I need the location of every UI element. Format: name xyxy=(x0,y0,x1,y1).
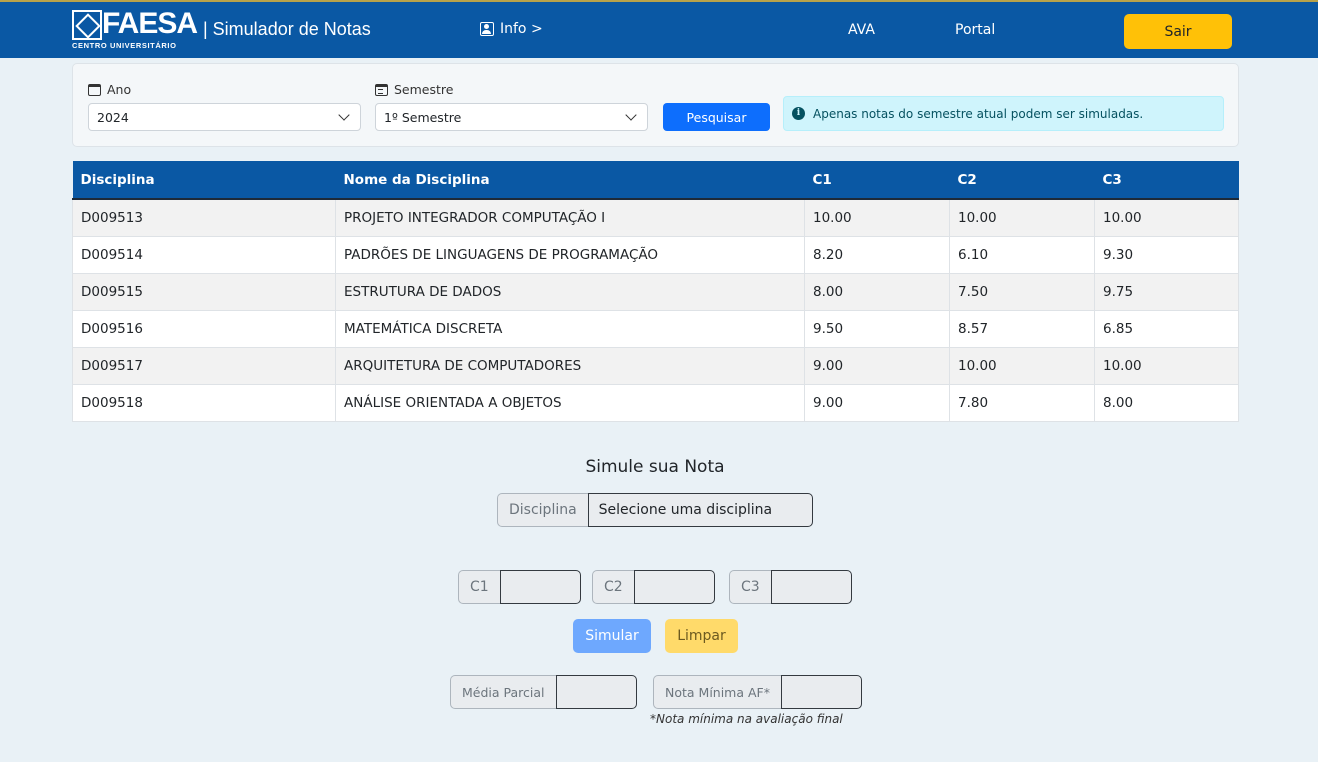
info-alert-text: Apenas notas do semestre atual podem ser… xyxy=(813,106,1144,121)
cell-name: PROJETO INTEGRADOR COMPUTAÇÃO I xyxy=(335,198,805,237)
table-row: D009518 ANÁLISE ORIENTADA A OBJETOS 9.00… xyxy=(72,383,1239,422)
calendar-icon xyxy=(88,83,101,96)
cell-c1: 8.20 xyxy=(804,235,950,274)
info-circle-icon: i xyxy=(792,107,805,120)
cell-c2: 10.00 xyxy=(949,346,1095,385)
nav-info-label: Info > xyxy=(500,21,543,37)
cell-c3: 6.85 xyxy=(1094,309,1239,348)
c3-input-group: C3 xyxy=(729,570,852,604)
cell-c3: 8.00 xyxy=(1094,383,1239,422)
user-profile-icon xyxy=(480,22,494,36)
table-header-row: Disciplina Nome da Disciplina C1 C2 C3 xyxy=(72,161,1239,200)
filter-panel: Ano 2024 Semestre 1º Semestre Pesquisar … xyxy=(72,63,1239,147)
faesa-logo[interactable]: FAESA CENTRO UNIVERSITÁRIO xyxy=(72,7,198,52)
semester-select-value: 1º Semestre xyxy=(384,110,462,125)
cell-name: ARQUITETURA DE COMPUTADORES xyxy=(335,346,805,385)
app-title: | Simulador de Notas xyxy=(203,19,371,39)
calendar-week-icon xyxy=(375,83,388,96)
discipline-select-group: Disciplina Selecione uma disciplina xyxy=(497,493,813,527)
year-select[interactable]: 2024 xyxy=(88,103,361,131)
cell-c1: 9.00 xyxy=(804,383,950,422)
table-row: D009517 ARQUITETURA DE COMPUTADORES 9.00… xyxy=(72,346,1239,385)
cell-name: ANÁLISE ORIENTADA A OBJETOS xyxy=(335,383,805,422)
col-header-nome: Nome da Disciplina xyxy=(335,161,805,200)
partial-average-field xyxy=(555,675,637,709)
col-header-c1: C1 xyxy=(804,161,950,200)
c3-label: C3 xyxy=(729,570,771,604)
chevron-down-icon xyxy=(338,109,350,121)
cell-name: PADRÕES DE LINGUAGENS DE PROGRAMAÇÃO xyxy=(335,235,805,274)
partial-average-group: Média Parcial xyxy=(450,675,637,709)
cell-code: D009514 xyxy=(72,235,336,274)
cell-name: ESTRUTURA DE DADOS xyxy=(335,272,805,311)
cell-c3: 10.00 xyxy=(1094,198,1239,237)
year-select-value: 2024 xyxy=(97,110,129,125)
logout-button[interactable]: Sair xyxy=(1124,14,1232,49)
nav-link-portal[interactable]: Portal xyxy=(955,22,995,38)
cell-c3: 10.00 xyxy=(1094,346,1239,385)
nav-info-link[interactable]: Info > xyxy=(480,21,543,37)
c1-input-group: C1 xyxy=(458,570,581,604)
year-label: Ano xyxy=(107,82,132,97)
table-row: D009516 MATEMÁTICA DISCRETA 9.50 8.57 6.… xyxy=(72,309,1239,348)
min-grade-group: Nota Mínima AF* xyxy=(653,675,862,709)
min-grade-field xyxy=(781,675,862,709)
c3-input[interactable] xyxy=(770,570,852,604)
top-navbar: FAESA CENTRO UNIVERSITÁRIO | Simulador d… xyxy=(0,0,1318,58)
clear-button[interactable]: Limpar xyxy=(665,619,738,653)
c2-input[interactable] xyxy=(633,570,715,604)
info-alert: i Apenas notas do semestre atual podem s… xyxy=(783,96,1224,131)
cell-code: D009513 xyxy=(72,198,336,237)
cell-code: D009518 xyxy=(72,383,336,422)
cell-c1: 10.00 xyxy=(804,198,950,237)
c2-label: C2 xyxy=(592,570,634,604)
cell-c1: 9.50 xyxy=(804,309,950,348)
chevron-down-icon xyxy=(625,109,637,121)
min-grade-label: Nota Mínima AF* xyxy=(653,675,781,709)
table-row: D009513 PROJETO INTEGRADOR COMPUTAÇÃO I … xyxy=(72,198,1239,237)
cell-name: MATEMÁTICA DISCRETA xyxy=(335,309,805,348)
discipline-select[interactable]: Selecione uma disciplina xyxy=(587,493,813,527)
cell-c1: 8.00 xyxy=(804,272,950,311)
min-grade-footnote: *Nota mínima na avaliação final xyxy=(650,712,843,726)
discipline-label: Disciplina xyxy=(497,493,588,527)
search-button[interactable]: Pesquisar xyxy=(663,103,770,131)
cell-c2: 6.10 xyxy=(949,235,1095,274)
cell-code: D009515 xyxy=(72,272,336,311)
logo-subtext: CENTRO UNIVERSITÁRIO xyxy=(72,41,177,50)
c1-label: C1 xyxy=(458,570,500,604)
simulate-button[interactable]: Simular xyxy=(573,619,651,653)
logo-text: FAESA xyxy=(102,7,198,40)
cell-c2: 7.50 xyxy=(949,272,1095,311)
simulator-title: Simule sua Nota xyxy=(585,457,725,477)
c2-input-group: C2 xyxy=(592,570,715,604)
cell-c3: 9.75 xyxy=(1094,272,1239,311)
cell-code: D009517 xyxy=(72,346,336,385)
col-header-c2: C2 xyxy=(949,161,1095,200)
cell-c2: 8.57 xyxy=(949,309,1095,348)
cell-c2: 10.00 xyxy=(949,198,1095,237)
table-row: D009514 PADRÕES DE LINGUAGENS DE PROGRAM… xyxy=(72,235,1239,274)
semester-label: Semestre xyxy=(394,82,454,97)
cell-c3: 9.30 xyxy=(1094,235,1239,274)
cell-code: D009516 xyxy=(72,309,336,348)
grades-table: Disciplina Nome da Disciplina C1 C2 C3 D… xyxy=(72,161,1239,422)
table-row: D009515 ESTRUTURA DE DADOS 8.00 7.50 9.7… xyxy=(72,272,1239,311)
cell-c2: 7.80 xyxy=(949,383,1095,422)
year-label-group: Ano xyxy=(88,82,131,97)
cell-c1: 9.00 xyxy=(804,346,950,385)
semester-select[interactable]: 1º Semestre xyxy=(375,103,648,131)
semester-label-group: Semestre xyxy=(375,82,453,97)
col-header-c3: C3 xyxy=(1094,161,1239,200)
nav-link-ava[interactable]: AVA xyxy=(848,22,875,38)
c1-input[interactable] xyxy=(499,570,581,604)
col-header-disciplina: Disciplina xyxy=(72,161,336,200)
logo-mark-icon xyxy=(72,10,102,40)
partial-average-label: Média Parcial xyxy=(450,675,556,709)
